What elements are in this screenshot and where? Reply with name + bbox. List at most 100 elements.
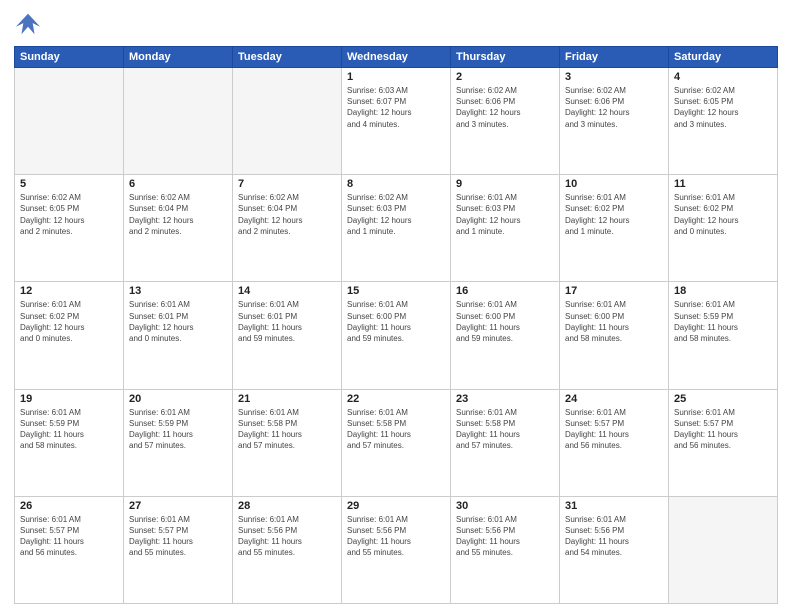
weekday-header-wednesday: Wednesday (342, 47, 451, 68)
day-info: Sunrise: 6:01 AMSunset: 5:58 PMDaylight:… (456, 407, 554, 452)
day-info: Sunrise: 6:01 AMSunset: 5:57 PMDaylight:… (674, 407, 772, 452)
day-info: Sunrise: 6:01 AMSunset: 5:56 PMDaylight:… (238, 514, 336, 559)
day-number: 12 (20, 285, 118, 297)
day-info: Sunrise: 6:02 AMSunset: 6:06 PMDaylight:… (565, 85, 663, 130)
day-number: 14 (238, 285, 336, 297)
calendar-cell: 31 Sunrise: 6:01 AMSunset: 5:56 PMDayligh… (560, 496, 669, 603)
day-number: 31 (565, 500, 663, 512)
day-number: 8 (347, 178, 445, 190)
week-row-1: 1 Sunrise: 6:03 AMSunset: 6:07 PMDaylight… (15, 68, 778, 175)
day-number: 10 (565, 178, 663, 190)
week-row-5: 26 Sunrise: 6:01 AMSunset: 5:57 PMDayligh… (15, 496, 778, 603)
day-info: Sunrise: 6:01 AMSunset: 5:59 PMDaylight:… (20, 407, 118, 452)
day-info: Sunrise: 6:03 AMSunset: 6:07 PMDaylight:… (347, 85, 445, 130)
calendar-cell: 24 Sunrise: 6:01 AMSunset: 5:57 PMDayligh… (560, 389, 669, 496)
calendar-cell: 13 Sunrise: 6:01 AMSunset: 6:01 PMDayligh… (124, 282, 233, 389)
logo (14, 10, 44, 38)
calendar-cell: 11Sunrise: 6:01 AMSunset: 6:02 PMDayligh… (669, 175, 778, 282)
calendar-cell: 7Sunrise: 6:02 AMSunset: 6:04 PMDaylight… (233, 175, 342, 282)
day-number: 23 (456, 393, 554, 405)
week-row-3: 12 Sunrise: 6:01 AMSunset: 6:02 PMDayligh… (15, 282, 778, 389)
day-info: Sunrise: 6:01 AMSunset: 6:01 PMDaylight:… (129, 299, 227, 344)
day-number: 6 (129, 178, 227, 190)
day-info: Sunrise: 6:02 AMSunset: 6:04 PMDaylight:… (129, 192, 227, 237)
day-number: 21 (238, 393, 336, 405)
calendar-cell: 2 Sunrise: 6:02 AMSunset: 6:06 PMDaylight… (451, 68, 560, 175)
calendar-cell: 25 Sunrise: 6:01 AMSunset: 5:57 PMDayligh… (669, 389, 778, 496)
weekday-header-row: SundayMondayTuesdayWednesdayThursdayFrid… (15, 47, 778, 68)
calendar-cell: 28 Sunrise: 6:01 AMSunset: 5:56 PMDayligh… (233, 496, 342, 603)
day-number: 16 (456, 285, 554, 297)
calendar-cell: 10 Sunrise: 6:01 AMSunset: 6:02 PMDayligh… (560, 175, 669, 282)
day-number: 26 (20, 500, 118, 512)
day-info: Sunrise: 6:02 AMSunset: 6:03 PMDaylight:… (347, 192, 445, 237)
page: SundayMondayTuesdayWednesdayThursdayFrid… (0, 0, 792, 612)
calendar-cell: 1 Sunrise: 6:03 AMSunset: 6:07 PMDaylight… (342, 68, 451, 175)
calendar-cell: 6 Sunrise: 6:02 AMSunset: 6:04 PMDaylight… (124, 175, 233, 282)
calendar-cell: 17Sunrise: 6:01 AMSunset: 6:00 PMDayligh… (560, 282, 669, 389)
day-number: 20 (129, 393, 227, 405)
day-number: 5 (20, 178, 118, 190)
day-info: Sunrise: 6:01 AMSunset: 5:57 PMDaylight:… (20, 514, 118, 559)
calendar-cell: 26 Sunrise: 6:01 AMSunset: 5:57 PMDayligh… (15, 496, 124, 603)
week-row-2: 5 Sunrise: 6:02 AMSunset: 6:05 PMDaylight… (15, 175, 778, 282)
calendar-cell: 29Sunrise: 6:01 AMSunset: 5:56 PMDayligh… (342, 496, 451, 603)
day-number: 29 (347, 500, 445, 512)
calendar-cell: 15Sunrise: 6:01 AMSunset: 6:00 PMDayligh… (342, 282, 451, 389)
day-number: 1 (347, 71, 445, 83)
day-number: 30 (456, 500, 554, 512)
day-info: Sunrise: 6:02 AMSunset: 6:05 PMDaylight:… (20, 192, 118, 237)
day-number: 13 (129, 285, 227, 297)
calendar-cell: 8 Sunrise: 6:02 AMSunset: 6:03 PMDaylight… (342, 175, 451, 282)
calendar-cell: 12 Sunrise: 6:01 AMSunset: 6:02 PMDayligh… (15, 282, 124, 389)
day-info: Sunrise: 6:01 AMSunset: 6:03 PMDaylight:… (456, 192, 554, 237)
calendar-table: SundayMondayTuesdayWednesdayThursdayFrid… (14, 46, 778, 604)
weekday-header-sunday: Sunday (15, 47, 124, 68)
weekday-header-tuesday: Tuesday (233, 47, 342, 68)
day-number: 4 (674, 71, 772, 83)
calendar-cell: 16Sunrise: 6:01 AMSunset: 6:00 PMDayligh… (451, 282, 560, 389)
calendar-cell: 30 Sunrise: 6:01 AMSunset: 5:56 PMDayligh… (451, 496, 560, 603)
day-number: 27 (129, 500, 227, 512)
day-info: Sunrise: 6:01 AMSunset: 5:57 PMDaylight:… (129, 514, 227, 559)
day-number: 3 (565, 71, 663, 83)
calendar-cell: 9Sunrise: 6:01 AMSunset: 6:03 PMDaylight… (451, 175, 560, 282)
weekday-header-friday: Friday (560, 47, 669, 68)
day-info: Sunrise: 6:01 AMSunset: 6:02 PMDaylight:… (674, 192, 772, 237)
calendar-cell (233, 68, 342, 175)
day-number: 2 (456, 71, 554, 83)
day-info: Sunrise: 6:01 AMSunset: 5:56 PMDaylight:… (565, 514, 663, 559)
weekday-header-saturday: Saturday (669, 47, 778, 68)
day-number: 28 (238, 500, 336, 512)
weekday-header-monday: Monday (124, 47, 233, 68)
day-info: Sunrise: 6:01 AMSunset: 6:01 PMDaylight:… (238, 299, 336, 344)
day-info: Sunrise: 6:01 AMSunset: 5:59 PMDaylight:… (674, 299, 772, 344)
day-number: 19 (20, 393, 118, 405)
day-number: 22 (347, 393, 445, 405)
day-info: Sunrise: 6:01 AMSunset: 6:02 PMDaylight:… (20, 299, 118, 344)
day-info: Sunrise: 6:01 AMSunset: 5:58 PMDaylight:… (347, 407, 445, 452)
calendar-cell (15, 68, 124, 175)
day-info: Sunrise: 6:01 AMSunset: 5:58 PMDaylight:… (238, 407, 336, 452)
header (14, 10, 778, 38)
day-info: Sunrise: 6:02 AMSunset: 6:06 PMDaylight:… (456, 85, 554, 130)
calendar-cell: 21 Sunrise: 6:01 AMSunset: 5:58 PMDayligh… (233, 389, 342, 496)
day-number: 24 (565, 393, 663, 405)
calendar-cell: 18Sunrise: 6:01 AMSunset: 5:59 PMDayligh… (669, 282, 778, 389)
day-info: Sunrise: 6:02 AMSunset: 6:04 PMDaylight:… (238, 192, 336, 237)
weekday-header-thursday: Thursday (451, 47, 560, 68)
day-info: Sunrise: 6:01 AMSunset: 6:02 PMDaylight:… (565, 192, 663, 237)
day-info: Sunrise: 6:01 AMSunset: 5:59 PMDaylight:… (129, 407, 227, 452)
day-info: Sunrise: 6:01 AMSunset: 6:00 PMDaylight:… (565, 299, 663, 344)
calendar-cell: 14 Sunrise: 6:01 AMSunset: 6:01 PMDayligh… (233, 282, 342, 389)
day-info: Sunrise: 6:01 AMSunset: 5:56 PMDaylight:… (456, 514, 554, 559)
week-row-4: 19 Sunrise: 6:01 AMSunset: 5:59 PMDayligh… (15, 389, 778, 496)
calendar-cell: 4 Sunrise: 6:02 AMSunset: 6:05 PMDaylight… (669, 68, 778, 175)
calendar-cell: 23 Sunrise: 6:01 AMSunset: 5:58 PMDayligh… (451, 389, 560, 496)
day-number: 15 (347, 285, 445, 297)
calendar-cell (124, 68, 233, 175)
day-info: Sunrise: 6:01 AMSunset: 5:57 PMDaylight:… (565, 407, 663, 452)
logo-bird-icon (14, 10, 42, 38)
day-number: 25 (674, 393, 772, 405)
day-info: Sunrise: 6:02 AMSunset: 6:05 PMDaylight:… (674, 85, 772, 130)
